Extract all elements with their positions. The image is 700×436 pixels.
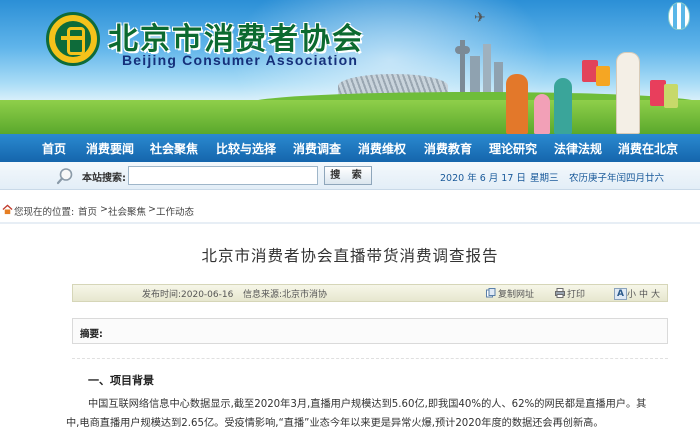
magnifier-icon	[56, 168, 73, 185]
site-subtitle: Beijing Consumer Association	[122, 52, 359, 68]
hot-air-balloon-icon	[668, 2, 690, 30]
breadcrumb-prefix: 您现在的位置:	[14, 207, 75, 218]
breadcrumb-work-news[interactable]: 工作动态	[156, 204, 194, 218]
nav-item-home[interactable]: 首页	[42, 140, 66, 157]
breadcrumb-home[interactable]: 首页	[78, 204, 97, 218]
print-icon[interactable]	[555, 288, 565, 298]
main-navigation: 首页 消费要闻 社会聚焦 比较与选择 消费调查 消费维权 消费教育 理论研究 法…	[0, 134, 700, 162]
nav-item-theory-research[interactable]: 理论研究	[489, 140, 537, 157]
print-button[interactable]: 打印	[567, 287, 585, 300]
section-heading: 一、项目背景	[88, 374, 154, 387]
nav-item-social-focus[interactable]: 社会聚焦	[150, 140, 198, 157]
publish-time: 发布时间:2020-06-16	[142, 290, 234, 300]
search-label: 本站搜索:	[82, 173, 126, 184]
copy-link-icon[interactable]	[486, 288, 496, 298]
breadcrumb-separator: >	[100, 204, 108, 215]
nav-item-consumer-education[interactable]: 消费教育	[424, 140, 472, 157]
summary-label: 摘要:	[80, 329, 103, 340]
info-source: 信息来源:北京市消协	[243, 290, 328, 300]
font-size-icon: A	[614, 288, 627, 300]
shoppers-illustration	[500, 40, 700, 134]
breadcrumb-separator: >	[148, 204, 156, 215]
current-weekday: 星期三	[530, 173, 559, 184]
nav-item-consumer-survey[interactable]: 消费调查	[293, 140, 341, 157]
nav-item-laws[interactable]: 法律法规	[554, 140, 602, 157]
association-logo-icon[interactable]	[46, 12, 100, 66]
article-title: 北京市消费者协会直播带货消费调查报告	[201, 247, 499, 265]
summary-divider	[72, 358, 668, 359]
article-paragraph-line: 中国互联网络信息中心数据显示,截至2020年3月,直播用户规模达到5.60亿,即…	[88, 399, 647, 410]
font-size-large[interactable]: 大	[651, 287, 660, 300]
font-size-medium[interactable]: 中	[639, 287, 648, 300]
divider	[0, 222, 700, 224]
nav-item-consume-beijing[interactable]: 消费在北京	[618, 140, 678, 157]
breadcrumb-social-focus[interactable]: 社会聚焦	[108, 204, 146, 218]
nav-item-rights-protection[interactable]: 消费维权	[358, 140, 406, 157]
search-button[interactable]: 搜 索	[324, 166, 372, 185]
nav-item-consumer-news[interactable]: 消费要闻	[86, 140, 134, 157]
summary-box	[72, 318, 668, 344]
copy-link-button[interactable]: 复制网址	[498, 287, 534, 300]
tv-tower-graphic	[455, 40, 470, 100]
lunar-date: 农历庚子年闰四月廿六	[569, 173, 665, 184]
nav-item-compare-choose[interactable]: 比较与选择	[216, 140, 276, 157]
font-size-small[interactable]: 小	[627, 287, 636, 300]
article-paragraph-line: 中,电商直播用户规模达到2.65亿。受疫情影响,“直播”业态今年以来更是异常火爆…	[66, 418, 604, 429]
current-date: 2020 年 6 月 17 日	[440, 173, 526, 184]
search-input[interactable]	[128, 166, 318, 185]
site-banner: 北京市消费者协会 Beijing Consumer Association ✈	[0, 0, 700, 134]
airplane-icon: ✈	[474, 10, 486, 26]
home-icon	[2, 204, 13, 215]
